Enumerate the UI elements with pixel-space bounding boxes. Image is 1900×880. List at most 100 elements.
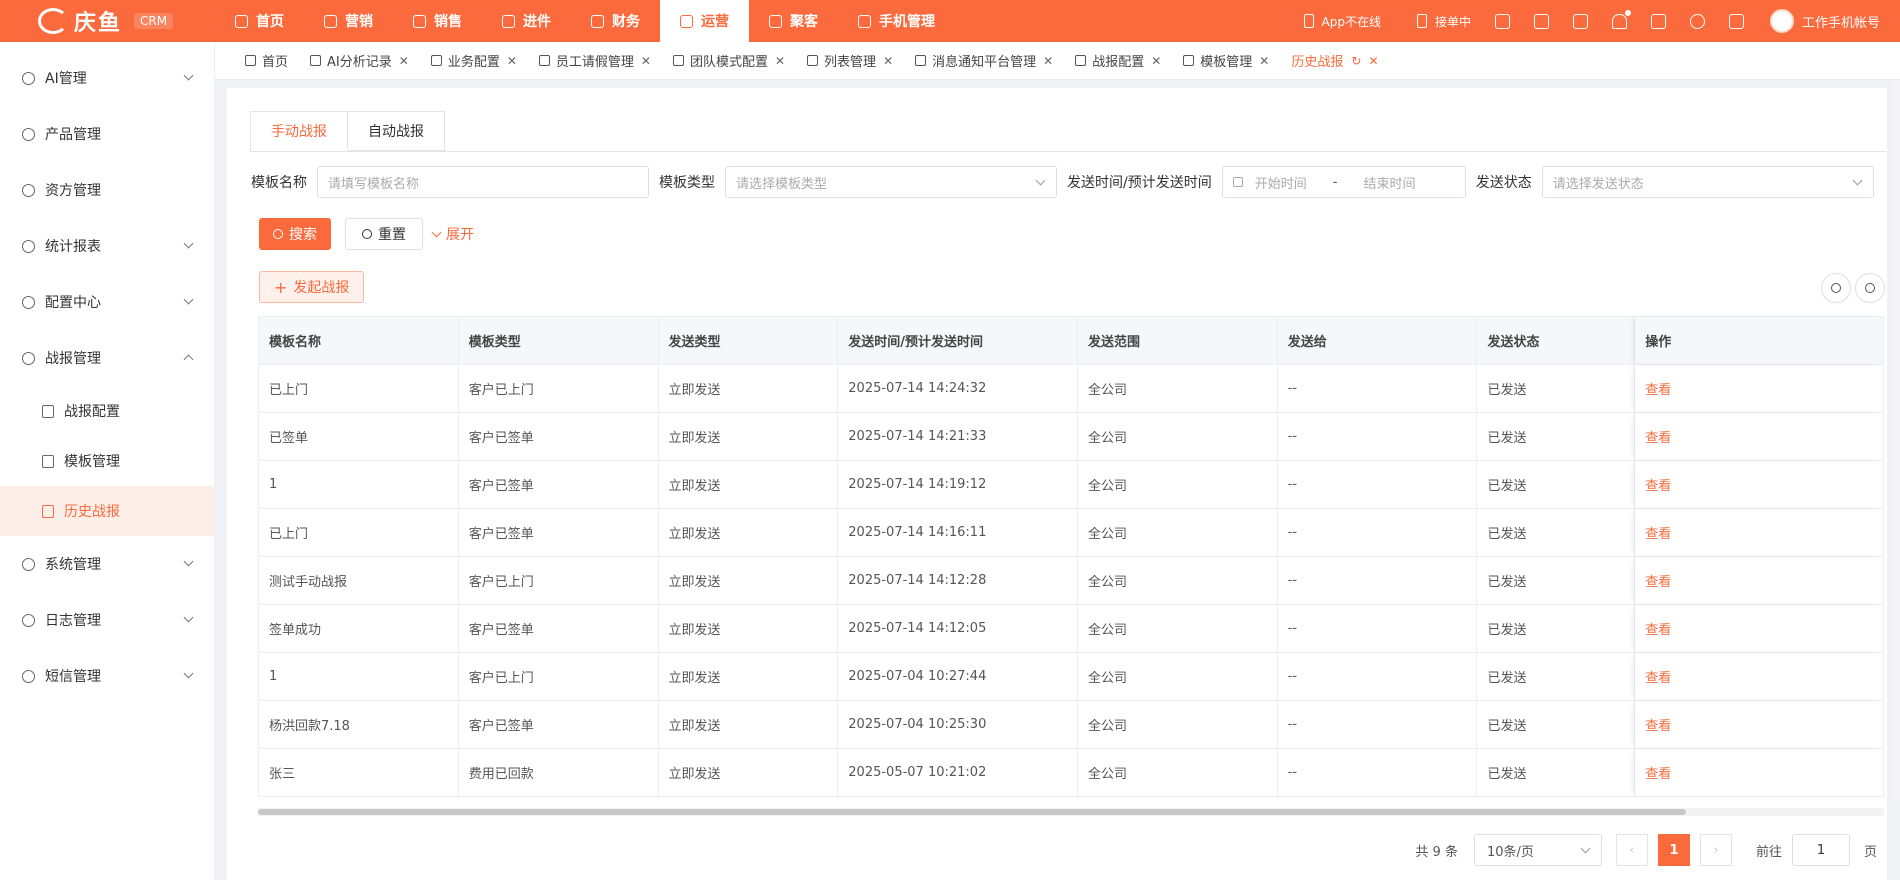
tab-team-mode[interactable]: 团队模式配置 ✕ bbox=[672, 51, 785, 70]
app-status[interactable]: App不在线 bbox=[1303, 13, 1381, 30]
close-icon[interactable]: ✕ bbox=[641, 54, 651, 68]
tab-auto-report[interactable]: 自动战报 bbox=[348, 111, 445, 151]
sidebar-item-funder[interactable]: 资方管理 bbox=[0, 162, 214, 218]
table-cell: 全公司 bbox=[1078, 653, 1278, 700]
tab-leave[interactable]: 员工请假管理 ✕ bbox=[538, 51, 651, 70]
table-cell: -- bbox=[1278, 605, 1478, 652]
lock-icon[interactable] bbox=[1494, 13, 1510, 29]
template-name-input[interactable]: 请填写模板名称 bbox=[317, 166, 649, 198]
sidebar-subitem-report-config[interactable]: 战报配置 bbox=[0, 386, 214, 436]
view-link[interactable]: 查看 bbox=[1645, 523, 1671, 542]
tab-template[interactable]: 模板管理 ✕ bbox=[1183, 51, 1269, 70]
tab-notification[interactable]: 消息通知平台管理 ✕ bbox=[915, 51, 1053, 70]
sidebar-subitem-template[interactable]: 模板管理 bbox=[0, 436, 214, 486]
funder-icon bbox=[22, 183, 35, 197]
shirt-icon[interactable] bbox=[1572, 13, 1588, 29]
avatar[interactable] bbox=[1769, 9, 1794, 33]
search-button[interactable]: 搜索 bbox=[259, 218, 331, 250]
sidebar-item-battle-report[interactable]: 战报管理 bbox=[0, 330, 214, 386]
launch-report-button[interactable]: + 发起战报 bbox=[259, 271, 365, 303]
vertical-scrollbar[interactable] bbox=[1894, 80, 1900, 800]
goto-page-input[interactable]: 1 bbox=[1791, 834, 1850, 866]
close-icon[interactable]: ✕ bbox=[1043, 54, 1053, 68]
page-size-select[interactable]: 10条/页 bbox=[1473, 834, 1602, 866]
tab-label: 业务配置 bbox=[447, 55, 500, 70]
bell-icon[interactable] bbox=[1611, 8, 1632, 29]
order-status[interactable]: 接单中 bbox=[1416, 13, 1471, 30]
topnav-finance[interactable]: 财务 bbox=[571, 0, 660, 42]
close-icon[interactable]: ✕ bbox=[1368, 54, 1378, 68]
table-cell: -- bbox=[1278, 461, 1478, 508]
tab-business-config[interactable]: 业务配置 ✕ bbox=[430, 51, 517, 70]
topnav-customers[interactable]: 聚客 bbox=[749, 0, 838, 42]
table-cell: 已发送 bbox=[1477, 413, 1636, 460]
status-select[interactable]: 请选择发送状态 bbox=[1541, 166, 1874, 198]
table-cell: 查看 bbox=[1635, 461, 1883, 508]
view-link[interactable]: 查看 bbox=[1645, 571, 1671, 590]
prev-page-button[interactable]: ‹ bbox=[1615, 834, 1648, 866]
chevron-down-icon bbox=[1852, 175, 1863, 186]
date-range-picker[interactable]: 开始时间 - 结束时间 bbox=[1221, 166, 1466, 198]
close-icon[interactable]: ✕ bbox=[399, 54, 409, 68]
horizontal-scrollbar[interactable] bbox=[258, 808, 1884, 816]
sidebar-item-sms[interactable]: 短信管理 bbox=[0, 648, 214, 704]
table-cell: 查看 bbox=[1635, 509, 1883, 556]
close-icon[interactable]: ✕ bbox=[507, 54, 517, 68]
expand-button[interactable]: 展开 bbox=[431, 224, 474, 244]
reset-button[interactable]: 重置 bbox=[345, 218, 423, 250]
topnav-intake[interactable]: 进件 bbox=[482, 0, 571, 42]
view-link[interactable]: 查看 bbox=[1645, 715, 1671, 734]
tab-ai-analysis[interactable]: AI分析记录 ✕ bbox=[310, 51, 409, 70]
start-time-placeholder[interactable]: 开始时间 bbox=[1255, 173, 1307, 192]
sidebar-item-ai[interactable]: AI管理 bbox=[0, 50, 214, 106]
logo[interactable]: 庆鱼 CRM bbox=[0, 0, 215, 42]
send-icon[interactable] bbox=[1728, 13, 1744, 29]
page-number[interactable]: 1 bbox=[1657, 834, 1690, 866]
topnav-operations[interactable]: 运营 bbox=[660, 0, 749, 42]
template-icon bbox=[42, 454, 54, 468]
tab-report-config[interactable]: 战报配置 ✕ bbox=[1075, 51, 1161, 70]
table-cell: 查看 bbox=[1635, 749, 1883, 796]
view-link[interactable]: 查看 bbox=[1645, 667, 1671, 686]
sidebar-item-config[interactable]: 配置中心 bbox=[0, 274, 214, 330]
tab-manual-report[interactable]: 手动战报 bbox=[250, 111, 348, 151]
sidebar-item-product[interactable]: 产品管理 bbox=[0, 106, 214, 162]
search-list-icon[interactable] bbox=[1533, 13, 1549, 29]
scrollbar-thumb[interactable] bbox=[258, 809, 1686, 815]
table-cell: 已发送 bbox=[1477, 557, 1636, 604]
topnav-phone-management[interactable]: 手机管理 bbox=[838, 0, 955, 42]
sidebar-item-reports[interactable]: 统计报表 bbox=[0, 218, 214, 274]
table-search-button[interactable] bbox=[1821, 273, 1851, 303]
tab-list[interactable]: 列表管理 ✕ bbox=[807, 51, 893, 70]
sidebar-item-system[interactable]: 系统管理 bbox=[0, 536, 214, 592]
table-refresh-button[interactable] bbox=[1855, 273, 1885, 303]
sidebar-item-label: 资方管理 bbox=[45, 183, 101, 199]
next-page-button[interactable]: › bbox=[1699, 834, 1732, 866]
refresh-icon[interactable]: ↻ bbox=[1351, 54, 1361, 68]
view-link[interactable]: 查看 bbox=[1645, 763, 1671, 782]
table-cell: 立即发送 bbox=[659, 557, 839, 604]
tab-home[interactable]: 首页 bbox=[245, 51, 288, 70]
template-type-select[interactable]: 请选择模板类型 bbox=[725, 166, 1057, 198]
template-type-placeholder: 请选择模板类型 bbox=[736, 176, 828, 192]
sidebar-subitem-history[interactable]: 历史战报 bbox=[0, 486, 214, 536]
topnav-marketing[interactable]: 营销 bbox=[304, 0, 393, 42]
close-icon[interactable]: ✕ bbox=[1151, 54, 1161, 68]
view-link[interactable]: 查看 bbox=[1645, 427, 1671, 446]
close-icon[interactable]: ✕ bbox=[775, 54, 785, 68]
topnav-sales[interactable]: 销售 bbox=[393, 0, 482, 42]
end-time-placeholder[interactable]: 结束时间 bbox=[1363, 173, 1415, 192]
tab-history[interactable]: 历史战报 ↻ ✕ bbox=[1291, 51, 1378, 71]
close-icon[interactable]: ✕ bbox=[883, 54, 893, 68]
topnav-home[interactable]: 首页 bbox=[215, 0, 304, 42]
view-link[interactable]: 查看 bbox=[1645, 619, 1671, 638]
table-cell: 立即发送 bbox=[659, 413, 839, 460]
view-link[interactable]: 查看 bbox=[1645, 475, 1671, 494]
fullscreen-icon[interactable] bbox=[1650, 13, 1666, 29]
account-name[interactable]: 工作手机帐号 bbox=[1802, 12, 1880, 31]
table-row: 1 客户已上门 立即发送 2025-07-04 10:27:44 全公司 -- 已发送 查看 bbox=[259, 653, 1883, 701]
sidebar-item-logs[interactable]: 日志管理 bbox=[0, 592, 214, 648]
search-icon[interactable] bbox=[1689, 13, 1705, 29]
close-icon[interactable]: ✕ bbox=[1259, 54, 1269, 68]
view-link[interactable]: 查看 bbox=[1645, 379, 1671, 398]
